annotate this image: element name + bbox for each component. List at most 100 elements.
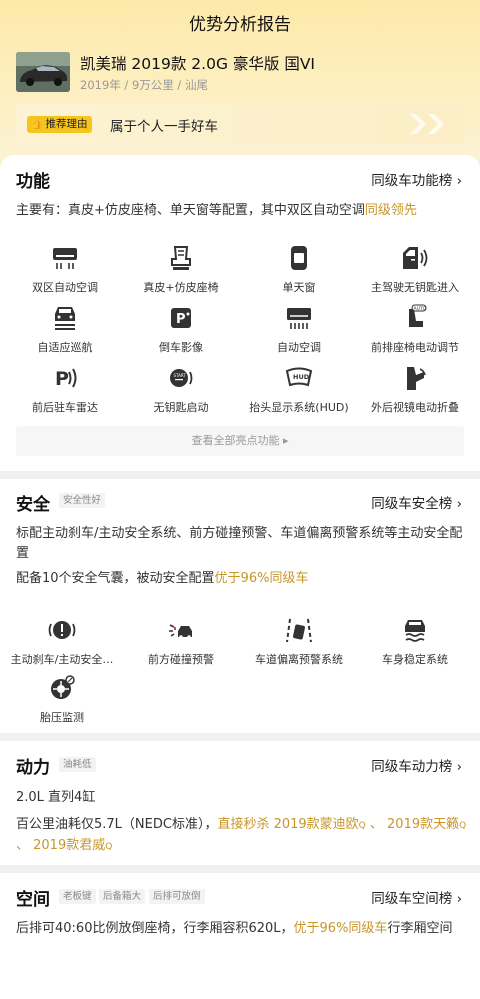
hud-icon: HUD (285, 367, 313, 387)
active-brake-icon (48, 621, 76, 639)
space-text-prefix: 后排可40:60比例放倒座椅，行李厢容积620L， (16, 921, 294, 936)
search-icon: Q (358, 821, 366, 831)
safety-card: 安全 安全性好 同级车安全榜 › 标配主动刹车/主动安全系统、前方碰撞预警、车道… (0, 479, 480, 733)
compare-link-teana[interactable]: 2019款天籁Q (387, 817, 466, 832)
feature-tire-pressure[interactable]: 胎压监测 (2, 671, 122, 725)
feature-adaptive-cruise[interactable]: 自适应巡航 (5, 301, 125, 355)
decor-arrows-icon (410, 114, 444, 134)
compare-link-regal-label: 2019款君威 (33, 838, 106, 853)
recommend-tag: 👍 推荐理由 (27, 116, 93, 133)
feature-label: 单天窗 (282, 281, 316, 294)
power-rank-link[interactable]: 同级车动力榜 › (371, 755, 462, 775)
auto-ac-icon (287, 308, 311, 329)
adaptive-cruise-icon (55, 307, 75, 330)
car-name: 凯美瑞 2019款 2.0G 豪华版 国VI (80, 55, 315, 73)
feature-sunroof[interactable]: 单天窗 (239, 241, 359, 295)
feature-power-seat[interactable]: AUTO 前排座椅电动调节 (355, 301, 475, 355)
feature-leather-seat[interactable]: 真皮+仿皮座椅 (121, 241, 241, 295)
mirror-fold-icon (407, 367, 426, 390)
svg-text:P: P (176, 312, 186, 327)
recommend-text: 属于个人一手好车 (110, 119, 218, 135)
safety-line2: 配备10个安全气囊，被动安全配置优于96%同级车 (16, 569, 468, 589)
feature-label: 前后驻车雷达 (32, 401, 98, 414)
space-text-highlight: 优于96%同级车 (293, 921, 388, 936)
power-fuel: 百公里油耗仅5.7L（NEDC标准），直接秒杀 2019款蒙迪欧Q 、 2019… (16, 815, 468, 857)
feature-active-brake[interactable]: 主动刹车/主动安全… (2, 613, 122, 667)
page-title: 优势分析报告 (189, 15, 291, 35)
power-engine: 2.0L 直列4缸 (16, 790, 96, 805)
recommend-reason: 👍 推荐理由 属于个人一手好车 (16, 104, 464, 144)
view-all-features-button[interactable]: 查看全部亮点功能 ▸ (16, 426, 464, 456)
car-meta: 2019年 / 9万公里 / 汕尾 (80, 78, 208, 92)
feature-label: 外后视镜电动折叠 (371, 401, 459, 414)
reverse-camera-icon: P (171, 308, 191, 328)
lane-departure-icon (286, 618, 312, 643)
space-tag: 后排可放倒 (149, 889, 205, 904)
power-seat-icon: AUTO (409, 304, 427, 327)
space-rank-link[interactable]: 同级车空间榜 › (371, 887, 462, 907)
feature-label: 双区自动空调 (32, 281, 98, 294)
feature-parking-radar[interactable]: P 前后驻车雷达 (5, 361, 125, 415)
svg-text:START: START (174, 373, 187, 378)
feature-dual-zone-ac[interactable]: 双区自动空调 (5, 241, 125, 295)
space-card: 空间 老板键 后备箱大 后排可放倒 同级车空间榜 › 后排可40:60比例放倒座… (0, 873, 480, 999)
feature-lane-departure[interactable]: 车道偏离预警系统 (239, 613, 359, 667)
feature-label: 车道偏离预警系统 (255, 653, 343, 666)
feature-hud[interactable]: HUD 抬头显示系统(HUD) (239, 361, 359, 415)
compare-link-regal[interactable]: 2019款君威Q (33, 838, 112, 853)
function-summary-text: 主要有：真皮+仿皮座椅、单天窗等配置，其中双区自动空调 (16, 203, 365, 218)
function-rank-link[interactable]: 同级车功能榜 › (371, 169, 462, 189)
function-summary-highlight: 同级领先 (364, 203, 417, 218)
sunroof-icon (291, 246, 307, 270)
feature-auto-ac[interactable]: 自动空调 (239, 301, 359, 355)
power-fuel-text: 百公里油耗仅5.7L（NEDC标准）， (16, 817, 218, 832)
leather-seat-icon (171, 246, 191, 270)
space-title: 空间 (16, 890, 50, 910)
svg-text:P: P (55, 368, 69, 390)
search-icon: Q (459, 821, 467, 831)
space-text-suffix: 行李厢空间 (387, 921, 453, 936)
safety-line1: 标配主动刹车/主动安全系统、前方碰撞预警、车道偏离预警系统等主动安全配置 (16, 526, 463, 561)
recommend-tag-label: 推荐理由 (45, 118, 88, 130)
collision-warning-icon (169, 624, 192, 639)
compare-link-mondeo[interactable]: 直接秒杀 2019款蒙迪欧Q (217, 817, 365, 832)
svg-text:AUTO: AUTO (414, 306, 427, 312)
function-summary: 主要有：真皮+仿皮座椅、单天窗等配置，其中双区自动空调同级领先 (16, 201, 468, 221)
feature-mirror-fold[interactable]: 外后视镜电动折叠 (355, 361, 475, 415)
feature-collision-warning[interactable]: 前方碰撞预警 (121, 613, 241, 667)
svg-text:HUD: HUD (293, 373, 310, 381)
parking-radar-icon: P (55, 368, 77, 390)
feature-keyless-start[interactable]: START 无钥匙启动 (121, 361, 241, 415)
feature-keyless-entry[interactable]: 主驾驶无钥匙进入 (355, 241, 475, 295)
stability-control-icon (405, 620, 425, 642)
power-card: 动力 油耗低 同级车动力榜 › 2.0L 直列4缸 百公里油耗仅5.7L（NED… (0, 741, 480, 865)
safety-line2-highlight: 优于96%同级车 (214, 571, 309, 586)
compare-link-teana-label: 2019款天籁 (387, 817, 460, 832)
feature-reverse-camera[interactable]: P 倒车影像 (121, 301, 241, 355)
safety-tag: 安全性好 (59, 493, 106, 508)
space-text: 后排可40:60比例放倒座椅，行李厢容积620L，优于96%同级车行李厢空间 (16, 919, 468, 939)
compare-link-mondeo-label: 直接秒杀 2019款蒙迪欧 (217, 817, 359, 832)
feature-label: 主驾驶无钥匙进入 (371, 281, 459, 294)
separator: 、 (16, 838, 34, 853)
feature-label: 车身稳定系统 (382, 653, 448, 666)
safety-rank-link[interactable]: 同级车安全榜 › (371, 492, 462, 512)
feature-label: 前方碰撞预警 (148, 653, 214, 666)
keyless-entry-icon (403, 247, 428, 269)
feature-label: 主动刹车/主动安全… (10, 653, 114, 666)
feature-label: 抬头显示系统(HUD) (249, 401, 349, 414)
thumbs-up-icon: 👍 (31, 119, 44, 130)
feature-stability-control[interactable]: 车身稳定系统 (355, 613, 475, 667)
feature-label: 前排座椅电动调节 (371, 341, 459, 354)
power-tag: 油耗低 (59, 757, 96, 772)
feature-label: 真皮+仿皮座椅 (143, 281, 219, 294)
function-title: 功能 (16, 172, 50, 192)
keyless-start-icon: START (170, 369, 193, 387)
feature-label: 自动空调 (277, 341, 321, 354)
feature-label: 胎压监测 (40, 711, 84, 724)
tire-pressure-icon (51, 675, 75, 699)
feature-label: 自适应巡航 (37, 341, 93, 354)
feature-label: 无钥匙启动 (153, 401, 209, 414)
space-tag: 后备箱大 (99, 889, 146, 904)
car-thumbnail[interactable] (16, 52, 70, 92)
